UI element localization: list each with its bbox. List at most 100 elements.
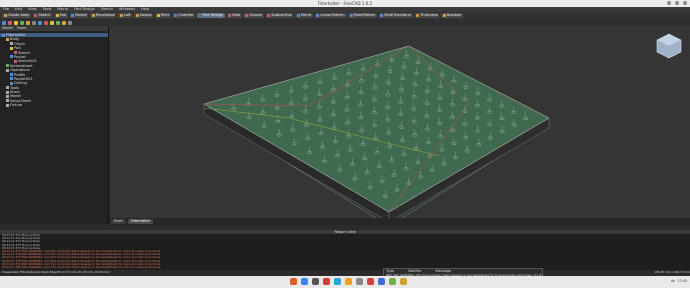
part-top-face [203,45,550,213]
taskbar-app-icon[interactable] [389,278,396,285]
tab-start[interactable]: Start [111,219,126,224]
tree-item-icon [6,94,9,98]
tree-item-label: Operations [10,68,30,73]
window-title: Filterhalter - FreeCAD 1.0.2 [317,1,373,6]
window-controls [667,1,687,5]
tree-item-label: Sketch001 [18,59,37,64]
taskbar-app-icon[interactable] [345,278,352,285]
tree-item-label: Model [10,94,21,99]
tool-icon [135,14,139,17]
taskbar-app-icon[interactable] [356,278,363,285]
tab-tasks[interactable]: Tasks [17,26,27,31]
tool-icon [71,14,75,17]
toolbar-button[interactable]: Loft [118,13,133,18]
view-tool-icon[interactable] [32,20,36,25]
close-icon[interactable] [683,1,687,5]
view-tool-icon[interactable] [2,20,6,25]
taskbar-app-icon[interactable] [378,278,385,285]
tab-filterhalter[interactable]: Filterhalter [127,219,154,224]
taskbar-app-icon[interactable] [290,278,297,285]
view-tool-icon[interactable] [38,20,42,25]
tree-item-icon [6,99,9,103]
toolbar-button-label: MultiTransform [384,13,412,17]
system-tray: de 12:45 [671,279,687,283]
tool-icon [174,14,178,17]
tool-icon [267,14,271,17]
toolbar-button-label: LinearPattern [320,13,345,17]
taskbar-app-icon[interactable] [367,278,374,285]
tree-item-label: Tools [10,85,19,90]
toolbar-button[interactable]: Fillet [155,13,171,18]
view-tool-icon[interactable] [68,20,72,25]
toolbar-button-label: Sweep [139,13,152,17]
toolbar-button[interactable]: Revolution [90,13,117,18]
keyboard-layout[interactable]: de [671,279,675,283]
clock[interactable]: 12:45 [678,279,687,283]
toolbar-button-label: Pad [59,13,67,17]
minimize-icon[interactable] [667,1,671,5]
tool-icon [228,14,232,17]
toolbar-button-label: Pocket [75,13,87,17]
tree-item-label: Spreadsheet [10,63,33,68]
tree-item-icon [6,68,9,72]
toolbar-button[interactable]: Hole [226,13,242,18]
maximize-icon[interactable] [675,1,679,5]
secondary-toolbar [0,19,690,26]
tree-item-icon [10,81,13,85]
view-tool-icon[interactable] [62,20,66,25]
taskbar-app-icon[interactable] [334,278,341,285]
toolbar-button[interactable]: LinearPattern [314,13,347,18]
toolbar-button[interactable]: Part Design [197,13,225,18]
toolbar-button[interactable]: Create body [2,13,31,18]
tree-item-label: Profile [14,72,26,77]
tree-item-icon [2,33,5,37]
toolbar-button[interactable]: Thickness [414,13,440,18]
report-view[interactable]: 09:14:27.371 Moving Node 09:14:27.372 Mov… [0,233,690,270]
view-tool-icon[interactable] [56,20,60,25]
toolbar-button[interactable]: Pad [54,13,68,18]
tool-icon [156,14,160,17]
tool-icon [380,14,384,17]
toolbar-button[interactable]: Boolean [441,13,463,18]
toolbar-button[interactable]: PolarPattern [348,13,377,18]
toolbar-button-label: Loft [123,13,131,17]
status-bar: Preselected: Filterhalter.Job.Stock.Edge… [0,270,690,275]
main-toolbar: Create body Sketch Pad Pocket Revolution Loft… [0,12,690,19]
view-tool-icon[interactable] [26,20,30,25]
status-text: Preselected: Filterhalter.Job.Stock.Edge… [2,270,110,274]
tree-item-label: Pocket001 [14,76,33,81]
3d-model-view[interactable] [109,26,690,227]
tree-item-icon [6,103,9,107]
view-tool-icon[interactable] [50,20,54,25]
tool-icon [349,14,353,17]
taskbar-app-icon[interactable] [323,278,330,285]
tool-icon [416,14,420,17]
toolbar-button[interactable]: Mirror [295,13,313,18]
taskbar-app-icon[interactable] [301,278,308,285]
toolbar-button[interactable]: Sweep [134,13,154,18]
view-tool-icon[interactable] [44,20,48,25]
view-tool-icon[interactable] [8,20,12,25]
tree-item-icon [6,37,9,41]
tree-item-label: Stock [10,90,20,95]
taskbar-app-icon[interactable] [400,278,407,285]
toolbar-button-label: Subtractive [271,13,292,17]
view-tool-icon[interactable] [14,20,18,25]
taskbar-app-icon[interactable] [312,278,319,285]
tool-icon [442,14,446,17]
toolbar-button[interactable]: Subtractive [265,13,294,18]
3d-viewport[interactable] [109,26,690,227]
toolbar-button[interactable]: Chamfer [172,13,195,18]
toolbar-button[interactable]: Groove [243,13,264,18]
tab-model[interactable]: Model [2,26,13,31]
view-tool-icon[interactable] [20,20,24,25]
toolbar-button[interactable]: MultiTransform [378,13,413,18]
tree-item[interactable]: Fixture [0,103,108,107]
tree-item-label: Drilling [14,81,27,86]
toolbar-button[interactable]: Pocket [69,13,89,18]
navigation-cube[interactable] [656,33,682,59]
tree-item-icon [10,46,13,50]
toolbar-button[interactable]: Sketch [32,13,53,18]
tree-item-label: Sketch [18,50,31,55]
report-line: 09:14:27.380 Path.WARNING: Add Tool Cont… [2,264,162,269]
